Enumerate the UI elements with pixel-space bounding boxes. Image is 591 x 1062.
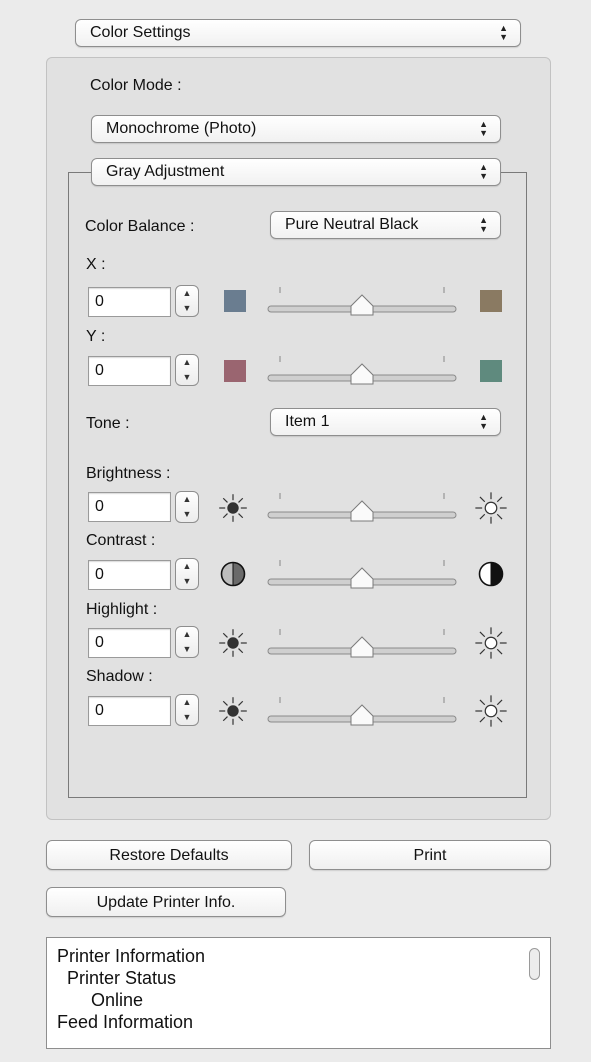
y-value-field[interactable]: 0 xyxy=(88,356,171,386)
contrast-slider[interactable] xyxy=(266,554,458,594)
restore-defaults-button[interactable]: Restore Defaults xyxy=(46,840,292,870)
tone-value: Item 1 xyxy=(285,413,330,430)
popup-arrows-icon: ▲ ▼ xyxy=(479,119,488,138)
popup-arrows-icon: ▲ ▼ xyxy=(479,162,488,181)
list-item: Feed Information xyxy=(57,1012,194,1032)
y-label: Y : xyxy=(86,328,106,345)
brightness-slider[interactable] xyxy=(266,487,458,527)
stepper-up-icon[interactable]: ▲ xyxy=(176,559,198,574)
popup-arrows-icon: ▲ ▼ xyxy=(479,412,488,431)
scrollbar-thumb[interactable] xyxy=(529,948,540,980)
x-value-field[interactable]: 0 xyxy=(88,287,171,317)
stepper-down-icon[interactable]: ▼ xyxy=(176,301,198,316)
slider-thumb xyxy=(350,704,374,726)
printer-info-list[interactable]: Printer Information Printer Status Onlin… xyxy=(46,937,551,1049)
contrast-label: Contrast : xyxy=(86,532,156,549)
color-mode-value: Monochrome (Photo) xyxy=(106,120,257,137)
color-mode-popup[interactable]: Monochrome (Photo) ▲ ▼ xyxy=(91,115,501,143)
contrast-low-icon xyxy=(220,561,246,587)
slider-thumb xyxy=(350,294,374,316)
stepper-down-icon[interactable]: ▼ xyxy=(176,370,198,385)
color-mode-label: Color Mode : xyxy=(90,77,182,94)
gray-adjustment-label: Gray Adjustment xyxy=(106,163,225,180)
highlight-slider[interactable] xyxy=(266,623,458,663)
y-left-swatch xyxy=(224,360,246,382)
sun-light-icon xyxy=(475,627,507,659)
popup-arrows-icon: ▲ ▼ xyxy=(499,23,508,42)
tone-popup[interactable]: Item 1 ▲ ▼ xyxy=(270,408,501,436)
stepper-down-icon[interactable]: ▼ xyxy=(176,642,198,657)
sun-light-icon xyxy=(475,695,507,727)
stepper-up-icon[interactable]: ▲ xyxy=(176,355,198,370)
highlight-value-field[interactable]: 0 xyxy=(88,628,171,658)
brightness-stepper[interactable]: ▲ ▼ xyxy=(175,491,199,523)
slider-thumb xyxy=(350,567,374,589)
highlight-stepper[interactable]: ▲ ▼ xyxy=(175,626,199,658)
list-item: Printer Status xyxy=(67,968,177,988)
stepper-up-icon[interactable]: ▲ xyxy=(176,492,198,507)
sun-dark-icon xyxy=(219,697,247,725)
shadow-value-field[interactable]: 0 xyxy=(88,696,171,726)
y-slider[interactable] xyxy=(266,350,458,390)
x-label: X : xyxy=(86,256,106,273)
list-item: Printer Information xyxy=(57,946,206,966)
tone-label: Tone : xyxy=(86,415,130,432)
sun-dark-icon xyxy=(219,629,247,657)
shadow-label: Shadow : xyxy=(86,668,153,685)
color-settings-label: Color Settings xyxy=(90,24,191,41)
x-right-swatch xyxy=(480,290,502,312)
update-printer-info-button[interactable]: Update Printer Info. xyxy=(46,887,286,917)
color-balance-value: Pure Neutral Black xyxy=(285,216,419,233)
shadow-slider[interactable] xyxy=(266,691,458,731)
stepper-down-icon[interactable]: ▼ xyxy=(176,710,198,725)
stepper-down-icon[interactable]: ▼ xyxy=(176,507,198,522)
highlight-label: Highlight : xyxy=(86,601,158,618)
stepper-up-icon[interactable]: ▲ xyxy=(176,286,198,301)
stepper-up-icon[interactable]: ▲ xyxy=(176,695,198,710)
contrast-high-icon xyxy=(478,561,504,587)
list-item: Online xyxy=(91,990,144,1010)
slider-thumb xyxy=(350,363,374,385)
sun-light-icon xyxy=(475,492,507,524)
contrast-stepper[interactable]: ▲ ▼ xyxy=(175,558,199,590)
color-balance-popup[interactable]: Pure Neutral Black ▲ ▼ xyxy=(270,211,501,239)
slider-thumb xyxy=(350,500,374,522)
stepper-down-icon[interactable]: ▼ xyxy=(176,574,198,589)
color-balance-label: Color Balance : xyxy=(85,218,195,235)
shadow-stepper[interactable]: ▲ ▼ xyxy=(175,694,199,726)
popup-arrows-icon: ▲ ▼ xyxy=(479,215,488,234)
color-settings-popup[interactable]: Color Settings ▲ ▼ xyxy=(75,19,521,47)
brightness-value-field[interactable]: 0 xyxy=(88,492,171,522)
slider-thumb xyxy=(350,636,374,658)
x-stepper[interactable]: ▲ ▼ xyxy=(175,285,199,317)
gray-adjustment-popup[interactable]: Gray Adjustment ▲ ▼ xyxy=(91,158,501,186)
contrast-value-field[interactable]: 0 xyxy=(88,560,171,590)
stepper-up-icon[interactable]: ▲ xyxy=(176,627,198,642)
y-stepper[interactable]: ▲ ▼ xyxy=(175,354,199,386)
sun-dark-icon xyxy=(219,494,247,522)
print-button[interactable]: Print xyxy=(309,840,551,870)
y-right-swatch xyxy=(480,360,502,382)
x-slider[interactable] xyxy=(266,281,458,321)
x-left-swatch xyxy=(224,290,246,312)
brightness-label: Brightness : xyxy=(86,465,171,482)
